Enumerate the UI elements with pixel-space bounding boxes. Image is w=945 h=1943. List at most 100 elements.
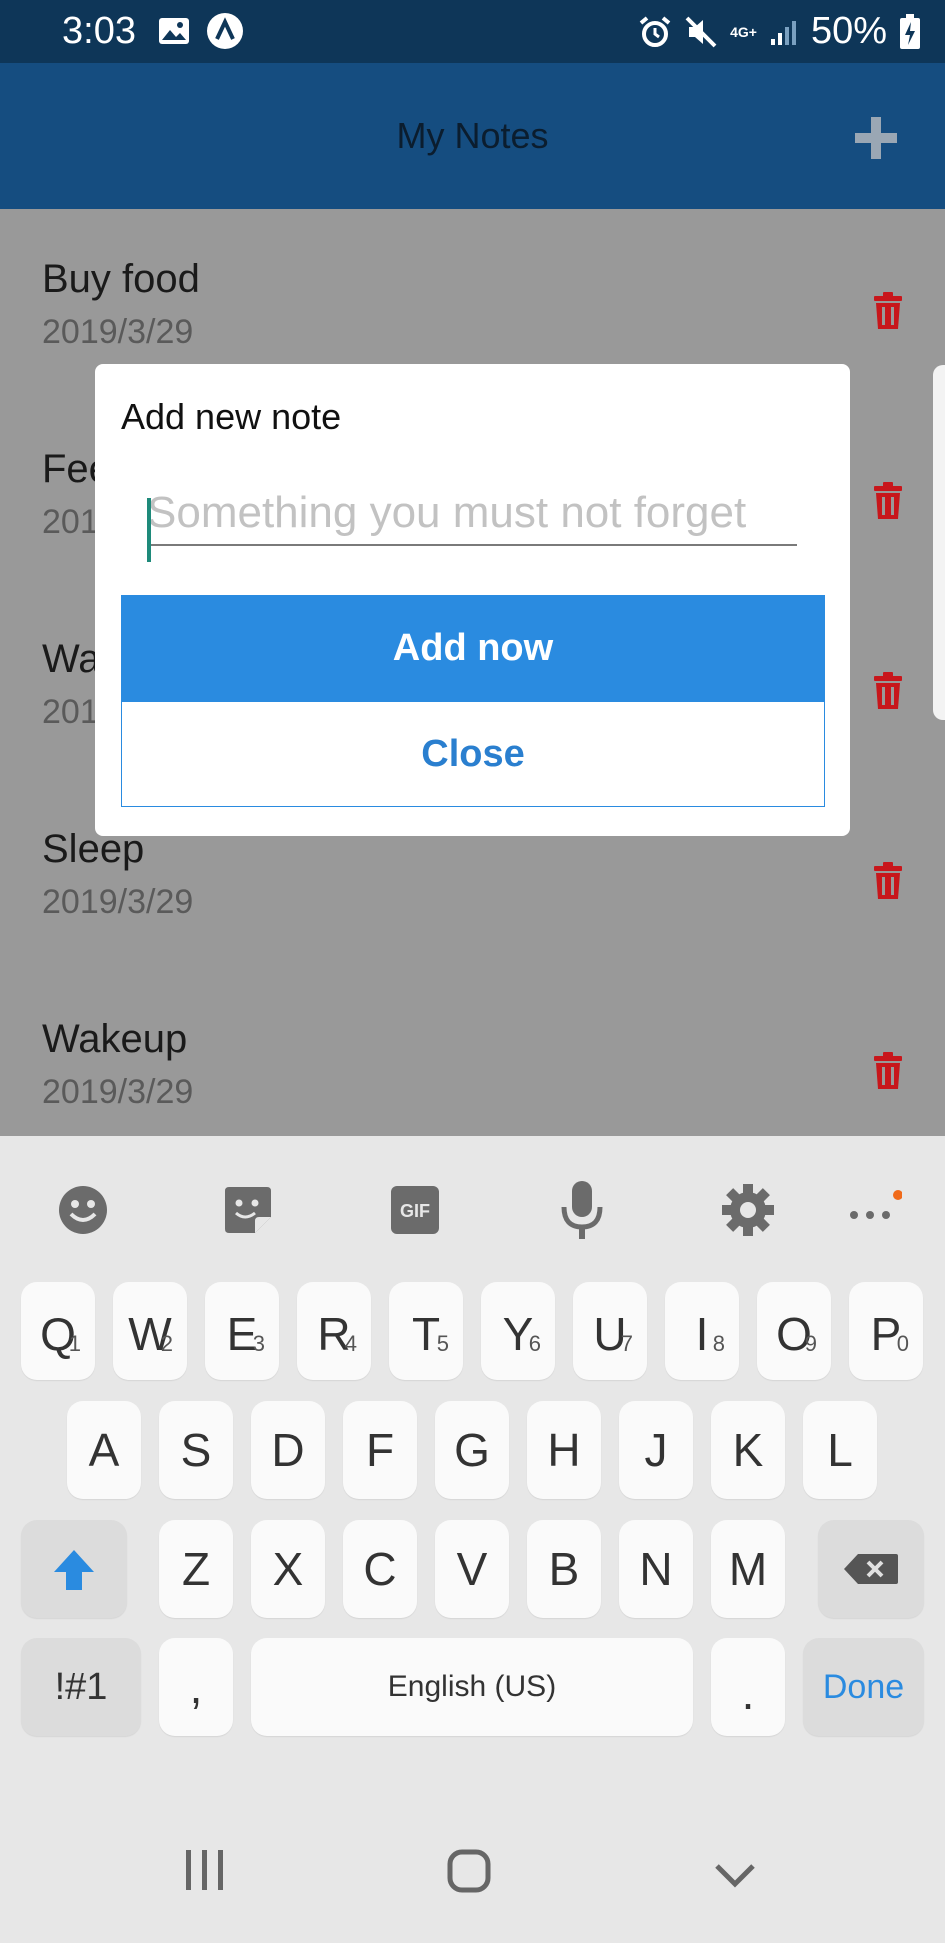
key-y[interactable]: 6Y xyxy=(481,1282,555,1380)
voice-input-button[interactable] xyxy=(552,1180,612,1240)
backspace-key[interactable] xyxy=(818,1520,924,1618)
key-label: L xyxy=(827,1424,853,1476)
gif-button[interactable]: GIF xyxy=(385,1180,445,1240)
list-item[interactable]: Wakeup 2019/3/29 xyxy=(0,969,945,1136)
note-date: 2019/3/29 xyxy=(42,1073,194,1111)
key-label: N xyxy=(639,1543,673,1595)
key-hint: 7 xyxy=(620,1331,633,1356)
key-label: English (US) xyxy=(387,1670,557,1703)
more-options-button[interactable] xyxy=(842,1180,902,1240)
home-icon[interactable] xyxy=(446,1848,492,1894)
key-label: C xyxy=(363,1543,397,1595)
shift-arrow-icon xyxy=(54,1550,94,1590)
key-label: , xyxy=(189,1661,203,1713)
app-bar: My Notes xyxy=(0,63,945,209)
key-label: A xyxy=(88,1424,120,1476)
trash-icon[interactable] xyxy=(871,481,905,521)
status-left-icons xyxy=(158,12,244,50)
recent-apps-icon[interactable] xyxy=(182,1848,228,1892)
key-p[interactable]: 0P xyxy=(849,1282,923,1380)
back-chevron-icon[interactable] xyxy=(713,1862,757,1888)
note-input[interactable] xyxy=(147,482,797,546)
shift-key[interactable] xyxy=(21,1520,127,1618)
key-o[interactable]: 9O xyxy=(757,1282,831,1380)
key-n[interactable]: N xyxy=(619,1520,693,1618)
done-key[interactable]: Done xyxy=(803,1638,924,1736)
key-a[interactable]: A xyxy=(67,1401,141,1499)
key-hint: 5 xyxy=(436,1331,449,1356)
note-date: 201 xyxy=(42,693,99,731)
key-label: Done xyxy=(822,1668,905,1706)
key-hint: 1 xyxy=(68,1331,81,1356)
microphone-icon xyxy=(561,1181,603,1239)
key-v[interactable]: V xyxy=(435,1520,509,1618)
key-k[interactable]: K xyxy=(711,1401,785,1499)
note-title: Wa xyxy=(42,637,101,681)
add-note-button[interactable] xyxy=(851,113,901,163)
trash-icon[interactable] xyxy=(871,1051,905,1091)
key-g[interactable]: G xyxy=(435,1401,509,1499)
key-q[interactable]: 1Q xyxy=(21,1282,95,1380)
key-hint: 6 xyxy=(528,1331,541,1356)
backspace-icon xyxy=(844,1554,898,1584)
emoji-button[interactable] xyxy=(53,1180,113,1240)
key-t[interactable]: 5T xyxy=(389,1282,463,1380)
period-key[interactable]: . xyxy=(711,1638,785,1736)
key-h[interactable]: H xyxy=(527,1401,601,1499)
edge-panel-handle[interactable] xyxy=(933,365,945,720)
key-label: J xyxy=(644,1424,668,1476)
key-label: S xyxy=(180,1424,212,1476)
key-x[interactable]: X xyxy=(251,1520,325,1618)
battery-percent: 50% xyxy=(810,10,887,52)
comma-key[interactable]: , xyxy=(159,1638,233,1736)
key-label: D xyxy=(271,1424,305,1476)
signal-icon xyxy=(770,20,796,45)
gif-icon: GIF xyxy=(391,1186,439,1234)
sticker-icon xyxy=(225,1187,271,1233)
key-j[interactable]: J xyxy=(619,1401,693,1499)
key-d[interactable]: D xyxy=(251,1401,325,1499)
key-w[interactable]: 2W xyxy=(113,1282,187,1380)
key-hint: 4 xyxy=(344,1331,357,1356)
key-s[interactable]: S xyxy=(159,1401,233,1499)
key-i[interactable]: 8I xyxy=(665,1282,739,1380)
battery-charging-icon xyxy=(900,13,920,49)
key-e[interactable]: 3E xyxy=(205,1282,279,1380)
key-f[interactable]: F xyxy=(343,1401,417,1499)
emoji-icon xyxy=(59,1186,107,1234)
key-hint: 3 xyxy=(252,1331,265,1356)
key-c[interactable]: C xyxy=(343,1520,417,1618)
add-now-button[interactable]: Add now xyxy=(121,595,825,701)
key-z[interactable]: Z xyxy=(159,1520,233,1618)
keyboard-settings-button[interactable] xyxy=(718,1180,778,1240)
space-key[interactable]: English (US) xyxy=(251,1638,693,1736)
key-b[interactable]: B xyxy=(527,1520,601,1618)
trash-icon[interactable] xyxy=(871,861,905,901)
keyboard: G I F 1 Q 2 W 3 E 4 R 5 T 6 Y 7 U 8 I 9 O … xyxy=(0,1136,945,1943)
key-label: V xyxy=(456,1543,488,1595)
key-label: I xyxy=(695,1308,709,1360)
symbols-key[interactable]: !#1 xyxy=(21,1638,141,1736)
key-r[interactable]: 4R xyxy=(297,1282,371,1380)
note-date: 2019/3/29 xyxy=(42,313,194,351)
key-l[interactable]: L xyxy=(803,1401,877,1499)
status-time: 3:03 xyxy=(62,10,136,52)
key-u[interactable]: 7U xyxy=(573,1282,647,1380)
add-note-dialog: Add new note Add now Close xyxy=(95,364,850,836)
sticker-button[interactable] xyxy=(218,1180,278,1240)
key-label: H xyxy=(547,1424,581,1476)
trash-icon[interactable] xyxy=(871,291,905,331)
key-label: M xyxy=(728,1543,768,1595)
dialog-title: Add new note xyxy=(121,396,342,437)
trash-icon[interactable] xyxy=(871,671,905,711)
status-right-icons: 4G+ 50% xyxy=(638,10,921,53)
note-title: Buy food xyxy=(42,257,200,301)
gallery-icon xyxy=(159,18,189,44)
mute-icon xyxy=(685,16,717,47)
settings-icon xyxy=(722,1184,774,1236)
key-hint: 9 xyxy=(804,1331,817,1356)
key-m[interactable]: M xyxy=(711,1520,785,1618)
alarm-icon xyxy=(639,15,671,47)
status-bar: 3:03 4G+ 50% xyxy=(0,0,945,63)
close-button[interactable]: Close xyxy=(121,701,825,807)
